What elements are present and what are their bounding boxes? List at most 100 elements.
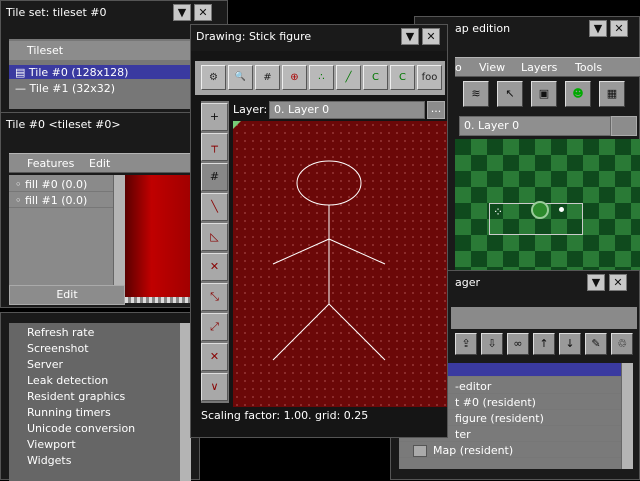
crosshair-icon[interactable]: ⊕ xyxy=(282,65,307,90)
tile-icon: — xyxy=(15,82,30,95)
layer-more-button[interactable]: ... xyxy=(427,101,445,119)
push-icon[interactable]: ↑ xyxy=(533,333,555,355)
face-icon[interactable]: ☻ xyxy=(565,81,591,107)
ruler-icon[interactable]: ┬ xyxy=(201,133,228,161)
drawing-status: Scaling factor: 1.00. grid: 0.25 xyxy=(201,409,369,422)
menu-tools[interactable]: Tools xyxy=(575,61,602,74)
manager-scrollbar[interactable] xyxy=(621,363,633,469)
tileset-column-header[interactable]: Tileset xyxy=(9,41,193,61)
cut-icon[interactable]: ✕ xyxy=(201,253,228,281)
link-icon[interactable]: ∞ xyxy=(507,333,529,355)
close-icon: ✕ xyxy=(426,30,436,43)
feature-list: ◦ fill #0 (0.0) ◦ fill #1 (0.0) xyxy=(9,175,121,285)
debug-item[interactable]: Widgets xyxy=(27,453,71,469)
debug-item[interactable]: Server xyxy=(27,357,63,373)
drawing-window: Drawing: Stick figure ▼ ✕ ⚙ 🔍 # ⊕ ∴ ╱ C … xyxy=(190,24,448,438)
fill-icon: ◦ xyxy=(15,194,25,207)
map-close-button[interactable]: ✕ xyxy=(610,20,628,37)
chevron-down-icon: ▼ xyxy=(177,6,187,19)
points-icon[interactable]: ∴ xyxy=(309,65,334,90)
tile-window-title: Tile #0 <tileset #0> xyxy=(6,118,121,131)
grid-select-icon[interactable]: # xyxy=(201,163,228,191)
tile-preview-stripe xyxy=(125,297,191,303)
map-layer-field[interactable]: 0. Layer 0 xyxy=(459,116,611,136)
tileset-minimize-button[interactable]: ▼ xyxy=(173,4,191,21)
drawing-close-button[interactable]: ✕ xyxy=(422,28,440,45)
map-canvas[interactable]: ⁘ xyxy=(455,139,640,279)
calendar-icon[interactable]: ▦ xyxy=(599,81,625,107)
feature-item[interactable]: ◦ fill #1 (0.0) xyxy=(9,193,121,208)
magnifier-icon xyxy=(531,201,549,219)
manager-toolbar: ⇪ ⇩ ∞ ↑ ↓ ✎ ♲ xyxy=(455,333,637,359)
tileset-item[interactable]: ▤ Tile #0 (128x128) xyxy=(9,65,193,80)
feature-scrollbar[interactable] xyxy=(113,175,125,285)
manager-item[interactable]: Map (resident) xyxy=(399,443,631,458)
zoom-icon[interactable]: 🔍 xyxy=(228,65,253,90)
debug-item[interactable]: Unicode conversion xyxy=(27,421,135,437)
scale-icon[interactable]: ⤡ xyxy=(201,283,228,311)
debug-item[interactable]: Leak detection xyxy=(27,373,108,389)
map-layer-more[interactable] xyxy=(611,116,637,136)
line-tool-icon[interactable]: ╲ xyxy=(201,193,228,221)
pull-icon[interactable]: ↓ xyxy=(559,333,581,355)
brush-icon[interactable]: ✎ xyxy=(585,333,607,355)
trash-icon[interactable]: ♲ xyxy=(611,333,633,355)
tile-window-titlebar[interactable]: Tile #0 <tileset #0> xyxy=(1,113,199,137)
debug-item[interactable]: Running timers xyxy=(27,405,111,421)
tileset-item[interactable]: — Tile #1 (32x32) xyxy=(9,81,193,96)
settings-icon[interactable]: ⚙ xyxy=(201,65,226,90)
debug-item[interactable]: Viewport xyxy=(27,437,76,453)
tileset-close-button[interactable]: ✕ xyxy=(194,4,212,21)
tileset-item-label: Tile #0 (128x128) xyxy=(28,66,129,79)
text-icon[interactable]: foo xyxy=(417,65,442,90)
open-icon[interactable]: ⇪ xyxy=(455,333,477,355)
figure-right-leg xyxy=(328,303,386,361)
close-icon: ✕ xyxy=(198,6,208,19)
debug-item[interactable]: Refresh rate xyxy=(27,325,94,341)
feature-item-label: fill #0 (0.0) xyxy=(25,178,88,191)
menu-view[interactable]: View xyxy=(479,61,505,74)
figure-left-arm xyxy=(272,238,330,265)
menu-features[interactable]: Features xyxy=(27,157,74,170)
angle-icon[interactable]: ∨ xyxy=(201,373,228,401)
manager-close-button[interactable]: ✕ xyxy=(609,274,627,291)
delete-icon[interactable]: ✕ xyxy=(201,343,228,371)
drawing-minimize-button[interactable]: ▼ xyxy=(401,28,419,45)
triangle-icon[interactable]: ◺ xyxy=(201,223,228,251)
close-icon: ✕ xyxy=(613,276,623,289)
arc-icon[interactable]: C xyxy=(363,65,388,90)
debug-item[interactable]: Screenshot xyxy=(27,341,89,357)
chevron-down-icon: ▼ xyxy=(591,276,601,289)
menu-o[interactable]: o xyxy=(455,61,462,74)
left-toolbar: + ┬ # ╲ ◺ ✕ ⤡ ⤢ ✕ ∨ xyxy=(201,101,229,403)
rotate-icon[interactable]: ⤢ xyxy=(201,313,228,341)
chevron-down-icon: ▼ xyxy=(405,30,415,43)
manager-item-label: Map (resident) xyxy=(433,444,514,457)
pointer-icon[interactable]: ↖ xyxy=(497,81,523,107)
feature-item-label: fill #1 (0.0) xyxy=(25,194,88,207)
manager-minimize-button[interactable]: ▼ xyxy=(587,274,605,291)
figure-right-arm xyxy=(328,238,386,265)
map-minimize-button[interactable]: ▼ xyxy=(589,20,607,37)
add-point-icon[interactable]: + xyxy=(201,103,228,131)
debug-item[interactable]: Resident graphics xyxy=(27,389,125,405)
manager-window-title: ager xyxy=(455,276,481,289)
circle-icon[interactable]: C xyxy=(390,65,415,90)
debug-list: Refresh rate Screenshot Server Leak dete… xyxy=(9,323,179,481)
page-icon[interactable]: ▣ xyxy=(531,81,557,107)
figure-head xyxy=(296,160,362,206)
manager-header-bar xyxy=(451,307,637,329)
grid-icon[interactable]: # xyxy=(255,65,280,90)
line-icon[interactable]: ╱ xyxy=(336,65,361,90)
layer-field[interactable]: 0. Layer 0 xyxy=(269,101,425,119)
stack-icon[interactable]: ≋ xyxy=(463,81,489,107)
feature-item[interactable]: ◦ fill #0 (0.0) xyxy=(9,177,121,192)
save-icon[interactable]: ⇩ xyxy=(481,333,503,355)
menu-layers[interactable]: Layers xyxy=(521,61,557,74)
layer-row: Layer: 0. Layer 0 ... xyxy=(229,101,445,119)
drawing-canvas[interactable] xyxy=(233,121,447,407)
chevron-down-icon: ▼ xyxy=(593,22,603,35)
tile-window: Tile #0 <tileset #0> Features Edit ◦ fil… xyxy=(0,112,200,308)
menu-edit[interactable]: Edit xyxy=(89,157,110,170)
edit-button[interactable]: Edit xyxy=(9,285,125,305)
